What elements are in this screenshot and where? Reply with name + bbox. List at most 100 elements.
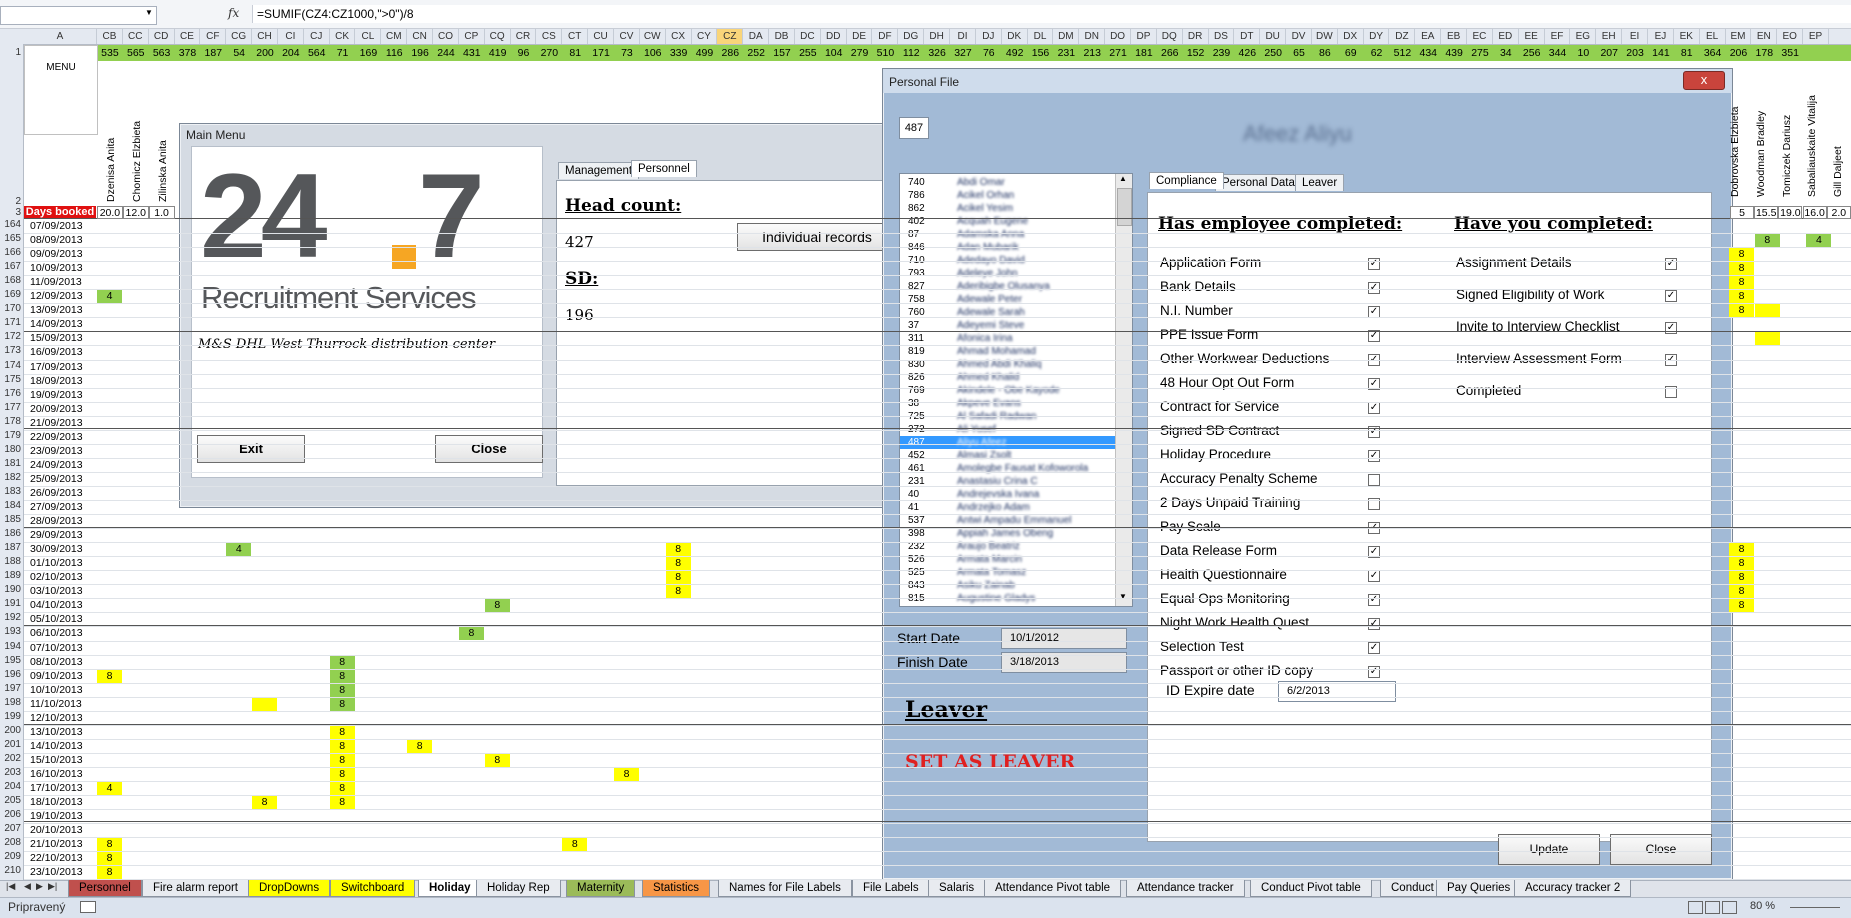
sheet-tab[interactable]: Salaris <box>928 880 986 897</box>
booked-cell[interactable] <box>252 697 278 711</box>
booked-cell[interactable]: 8 <box>458 627 484 641</box>
booked-cell[interactable]: 8 <box>329 782 355 795</box>
date-cell[interactable]: 02/10/2013 <box>30 571 83 583</box>
checkbox[interactable]: ✓ <box>1368 570 1380 582</box>
booked-cell[interactable]: 4 <box>97 290 122 304</box>
booked-cell[interactable]: 4 <box>1806 234 1832 248</box>
date-cell[interactable]: 19/09/2013 <box>30 389 83 401</box>
booked-cell[interactable]: 8 <box>252 796 278 810</box>
date-cell[interactable]: 24/09/2013 <box>30 459 83 471</box>
date-cell[interactable]: 23/09/2013 <box>30 445 83 457</box>
date-cell[interactable]: 28/09/2013 <box>30 515 83 527</box>
checkbox[interactable]: ✓ <box>1368 594 1380 606</box>
date-cell[interactable]: 11/10/2013 <box>30 698 82 710</box>
list-item[interactable]: 786 Acikel Orhan <box>900 189 1115 202</box>
list-item[interactable]: 461 Amolegbe Fausat Kofoworola <box>900 462 1115 475</box>
date-cell[interactable]: 20/09/2013 <box>30 403 83 415</box>
booked-cell[interactable]: 4 <box>226 543 252 557</box>
list-item[interactable]: 41 Andrzejko Adam <box>900 501 1115 514</box>
sheet-tab[interactable]: Conduct Pivot table <box>1250 880 1372 897</box>
sheet-tab[interactable]: Maternity <box>566 880 636 897</box>
date-cell[interactable]: 22/09/2013 <box>30 431 83 443</box>
employee-id-field[interactable]: 487 <box>899 117 929 139</box>
date-cell[interactable]: 06/10/2013 <box>30 627 83 639</box>
date-cell[interactable]: 13/10/2013 <box>30 726 83 738</box>
booked-cell[interactable]: 8 <box>1729 276 1754 290</box>
date-cell[interactable]: 21/10/2013 <box>30 838 83 850</box>
booked-cell[interactable]: 8 <box>407 739 433 753</box>
date-cell[interactable]: 29/09/2013 <box>30 529 83 541</box>
tab-compliance[interactable]: Compliance <box>1149 172 1224 189</box>
booked-cell[interactable]: 8 <box>665 585 691 599</box>
sheet-tab[interactable]: Attendance tracker <box>1126 880 1245 897</box>
date-cell[interactable]: 23/10/2013 <box>30 866 83 878</box>
tab-personnel[interactable]: Personnel <box>631 160 697 177</box>
date-cell[interactable]: 20/10/2013 <box>30 824 83 836</box>
tab-leaver[interactable]: Leaver <box>1295 174 1345 191</box>
checkbox[interactable]: ✓ <box>1665 290 1677 302</box>
sheet-tab[interactable]: Holiday <box>418 880 482 897</box>
date-cell[interactable]: 08/10/2013 <box>30 656 83 668</box>
booked-cell[interactable]: 8 <box>1729 262 1754 276</box>
booked-cell[interactable]: 8 <box>329 767 355 781</box>
start-date-field[interactable]: 10/1/2012 <box>1001 628 1127 649</box>
list-item[interactable]: 843 Asiku Zainab <box>900 579 1115 592</box>
menu-cell[interactable]: MENU <box>24 45 98 135</box>
sheet-tab[interactable]: DropDowns <box>248 880 331 897</box>
date-cell[interactable]: 18/10/2013 <box>30 796 83 808</box>
booked-cell[interactable]: 8 <box>329 725 355 739</box>
date-cell[interactable]: 09/09/2013 <box>30 248 83 260</box>
booked-cell[interactable]: 8 <box>1729 543 1754 557</box>
list-item[interactable]: 38 Akpeve Evans <box>900 397 1115 410</box>
close-icon[interactable]: x <box>1683 71 1725 90</box>
page-break-icon[interactable] <box>1722 901 1737 914</box>
booked-cell[interactable]: 8 <box>329 753 355 767</box>
list-item[interactable]: 87 Adamska Anna <box>900 228 1115 241</box>
update-button[interactable]: Update <box>1498 834 1600 865</box>
date-cell[interactable]: 17/09/2013 <box>30 361 83 373</box>
booked-cell[interactable]: 8 <box>1729 599 1754 613</box>
booked-cell[interactable]: 8 <box>1729 304 1754 318</box>
sheet-tab[interactable]: Fire alarm report <box>142 880 249 897</box>
booked-cell[interactable]: 8 <box>484 753 510 767</box>
last-sheet-icon[interactable]: ▶| <box>48 881 57 892</box>
date-cell[interactable]: 12/09/2013 <box>30 290 83 302</box>
checkbox[interactable]: ✓ <box>1368 642 1380 654</box>
booked-cell[interactable]: 8 <box>329 655 355 669</box>
checkbox[interactable]: ✓ <box>1368 618 1380 630</box>
booked-cell[interactable]: 8 <box>1729 290 1754 304</box>
booked-cell[interactable]: 8 <box>665 543 691 557</box>
scroll-up-icon[interactable]: ▲ <box>1119 174 1127 183</box>
normal-view-icon[interactable] <box>1688 901 1703 914</box>
list-item[interactable]: 819 Ahmad Mohamad <box>900 345 1115 358</box>
list-item[interactable]: 827 Aderibigbe Olusanya <box>900 280 1115 293</box>
list-item[interactable]: 452 Almasi Zsolt <box>900 449 1115 462</box>
booked-cell[interactable]: 8 <box>1729 571 1754 585</box>
list-item[interactable]: 793 Adeleye John <box>900 267 1115 280</box>
booked-cell[interactable] <box>1754 304 1780 318</box>
booked-cell[interactable]: 8 <box>329 697 355 711</box>
booked-cell[interactable]: 8 <box>97 838 122 852</box>
booked-cell[interactable]: 8 <box>97 852 122 866</box>
sheet-tab[interactable]: Accuracy tracker 2 <box>1514 880 1632 897</box>
first-sheet-icon[interactable]: |◀ <box>6 881 15 892</box>
date-cell[interactable]: 18/09/2013 <box>30 375 83 387</box>
checkbox[interactable]: ✓ <box>1368 258 1380 270</box>
booked-cell[interactable]: 8 <box>1729 585 1754 599</box>
page-layout-icon[interactable] <box>1705 901 1720 914</box>
next-sheet-icon[interactable]: ▶ <box>36 881 43 892</box>
sheet-tab[interactable]: File Labels <box>852 880 930 897</box>
checkbox[interactable]: ✓ <box>1368 450 1380 462</box>
date-cell[interactable]: 07/09/2013 <box>30 220 83 232</box>
booked-cell[interactable]: 8 <box>484 599 510 613</box>
booked-cell[interactable]: 8 <box>329 683 355 697</box>
scroll-thumb[interactable] <box>1117 188 1132 226</box>
list-item[interactable]: 311 Afonica Irina <box>900 332 1115 345</box>
date-cell[interactable]: 15/09/2013 <box>30 332 83 344</box>
date-cell[interactable]: 03/10/2013 <box>30 585 83 597</box>
sheet-tab[interactable]: Switchboard <box>330 880 416 897</box>
booked-cell[interactable]: 8 <box>329 669 355 683</box>
close-button[interactable]: Close <box>1610 834 1712 865</box>
booked-cell[interactable]: 4 <box>97 782 122 795</box>
date-cell[interactable]: 22/10/2013 <box>30 852 83 864</box>
